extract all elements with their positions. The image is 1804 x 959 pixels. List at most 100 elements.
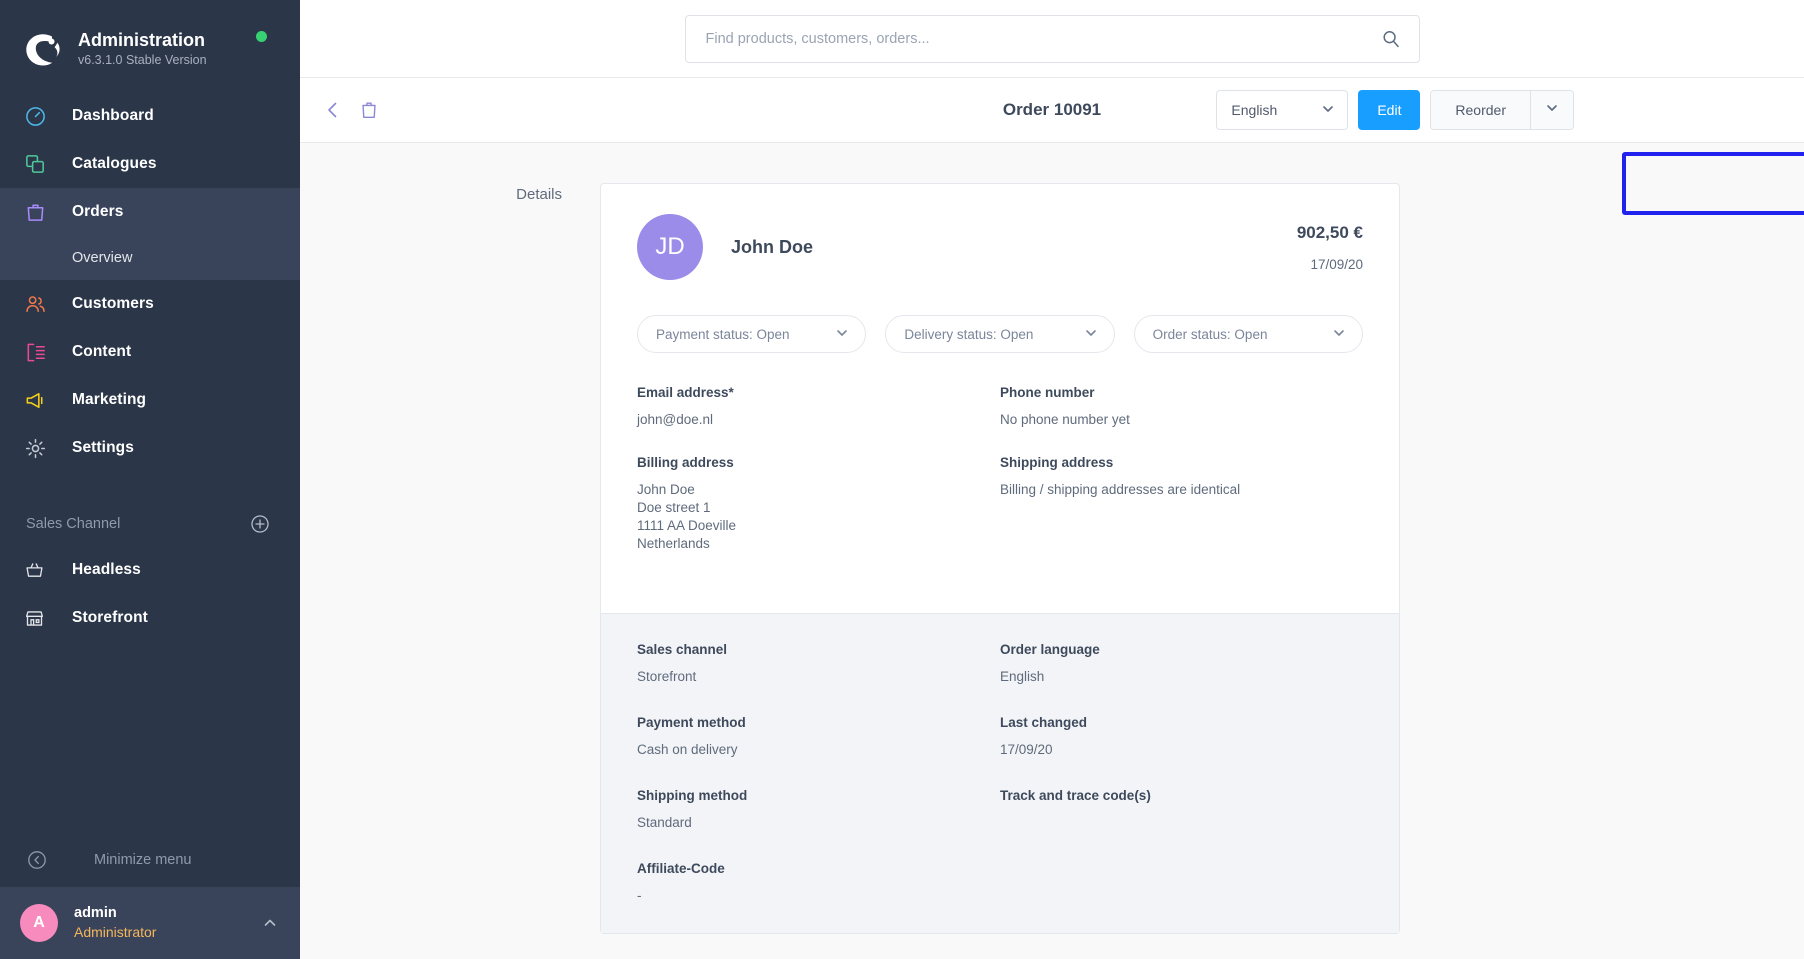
last-changed-field: Last changed 17/09/20 [1000,715,1363,759]
sidebar-item-customers[interactable]: Customers [0,280,300,328]
delivery-status-select[interactable]: Delivery status: Open [885,315,1115,353]
meta-spacer [1000,861,1363,905]
chevron-down-icon [1321,102,1335,119]
user-account-menu[interactable]: A admin Administrator [0,887,300,959]
billing-address-value: John Doe Doe street 1 1111 AA Doeville N… [637,481,1000,553]
payment-method-value: Cash on delivery [637,742,738,757]
main-area: Order 10091 English Edit Reorder [300,0,1804,959]
sidebar-label: Content [72,343,132,360]
billing-address-label: Billing address [637,455,734,470]
user-role: Administrator [74,924,157,940]
order-language-label: Order language [1000,642,1100,657]
chevron-down-icon [1084,326,1098,343]
avatar: A [20,904,58,942]
payment-status-select[interactable]: Payment status: Open [637,315,867,353]
back-chevron-icon[interactable] [322,99,344,121]
details-row: Details JD John Doe 902,50 € 17/09/20 Pa… [300,183,1804,934]
marketing-icon [24,388,54,412]
delivery-status-value: Delivery status: Open [904,326,1034,342]
payment-status-value: Payment status: Open [656,326,790,342]
orders-icon [24,200,54,224]
payment-method-label: Payment method [637,715,746,730]
order-totals: 902,50 € 17/09/20 [1297,223,1363,272]
plus-circle-icon[interactable] [250,514,270,534]
track-trace-label: Track and trace code(s) [1000,788,1151,803]
store-icon [24,606,54,630]
sidebar-item-storefront[interactable]: Storefront [0,594,300,642]
shipping-address-label: Shipping address [1000,455,1114,470]
reorder-dropdown-toggle[interactable] [1531,91,1573,129]
customer-summary: JD John Doe 902,50 € 17/09/20 [637,214,1363,280]
global-search[interactable] [684,14,1420,63]
sidebar-item-orders-overview[interactable]: Overview [0,236,300,280]
shipping-address-field: Shipping address Billing / shipping addr… [1000,455,1363,553]
sidebar-item-marketing[interactable]: Marketing [0,376,300,424]
smart-bar-actions: English Edit Reorder [1216,90,1804,130]
order-language-value: English [1000,669,1045,684]
shipping-method-value: Standard [637,815,692,830]
customers-icon [24,292,54,316]
order-status-select[interactable]: Order status: Open [1133,315,1363,353]
orders-module-icon[interactable] [358,99,380,121]
shipping-method-field: Shipping method Standard [637,788,1000,832]
edit-button[interactable]: Edit [1358,90,1421,130]
billing-line: Doe street 1 [637,500,711,515]
sidebar-label: Marketing [72,391,147,408]
sidebar-item-orders[interactable]: Orders [0,188,300,236]
last-changed-label: Last changed [1000,715,1088,730]
minimize-menu-button[interactable]: Minimize menu [0,833,300,887]
details-card-body: JD John Doe 902,50 € 17/09/20 Payment st… [601,184,1399,613]
affiliate-code-value: - [637,888,642,903]
language-select-value: English [1231,102,1278,118]
affiliate-code-field: Affiliate-Code - [637,861,1000,905]
search-input[interactable] [705,30,1381,47]
customer-avatar: JD [637,214,703,280]
sidebar-item-content[interactable]: Content [0,328,300,376]
sidebar-label: Catalogues [72,155,157,172]
reorder-button[interactable]: Reorder [1431,91,1531,129]
sidebar-label: Customers [72,295,154,312]
brand-version: v6.3.1.0 Stable Version [78,53,207,67]
sales-channel-field: Sales channel Storefront [637,642,1000,686]
phone-value: No phone number yet [1000,412,1130,427]
sales-channel-value: Storefront [637,669,697,684]
sidebar-sublabel: Overview [72,250,133,266]
dashboard-icon [24,104,54,128]
customer-name[interactable]: John Doe [731,237,813,258]
chevron-down-icon [835,326,849,343]
details-section-label: Details [516,186,562,203]
last-changed-value: 17/09/20 [1000,742,1053,757]
sidebar-label: Orders [72,203,124,220]
billing-line: Netherlands [637,536,710,551]
email-value[interactable]: john@doe.nl [637,411,1000,429]
basket-icon [24,558,54,582]
reorder-split-button: Reorder [1430,90,1574,130]
order-meta-panel: Sales channel Storefront Order language … [601,613,1399,933]
order-total-amount: 902,50 € [1296,222,1363,242]
content-icon [24,340,54,364]
smart-bar: Order 10091 English Edit Reorder [300,78,1804,215]
sidebar-item-catalogues[interactable]: Catalogues [0,140,300,188]
sidebar-item-dashboard[interactable]: Dashboard [0,92,300,140]
sidebar-label: Storefront [72,609,148,626]
billing-line: John Doe [637,482,695,497]
shopware-logo-icon [22,28,64,70]
phone-field: Phone number No phone number yet [1000,385,1363,429]
payment-method-field: Payment method Cash on delivery [637,715,1000,759]
sales-channel-section: Sales Channel [0,502,300,546]
content-scroll-area: Details JD John Doe 902,50 € 17/09/20 Pa… [300,143,1804,959]
top-search-bar [300,0,1804,78]
sidebar-item-settings[interactable]: Settings [0,424,300,472]
brand-header[interactable]: Administration v6.3.1.0 Stable Version [0,0,300,78]
search-icon[interactable] [1381,29,1401,49]
details-card: JD John Doe 902,50 € 17/09/20 Payment st… [600,183,1400,934]
chevron-up-icon[interactable] [262,915,278,931]
sidebar-item-headless[interactable]: Headless [0,546,300,594]
phone-label: Phone number [1000,385,1095,400]
sales-channel-label: Sales channel [637,642,728,657]
email-field: Email address* john@doe.nl [637,385,1000,429]
sidebar-label: Settings [72,439,134,456]
settings-gear-icon [24,436,54,460]
language-select[interactable]: English [1216,90,1349,130]
